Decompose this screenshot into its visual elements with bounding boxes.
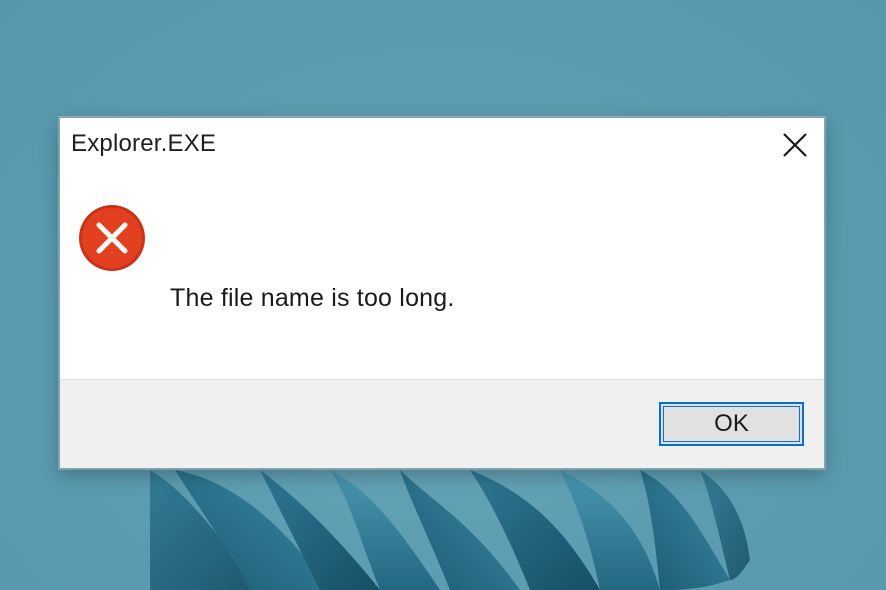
dialog-title: Explorer.EXE: [71, 130, 217, 157]
close-icon: [783, 133, 807, 157]
dialog-title-bar: Explorer.EXE: [60, 118, 824, 174]
error-message: The file name is too long.: [170, 284, 455, 312]
error-icon: [79, 205, 145, 271]
dialog-button-bar: OK: [60, 379, 824, 468]
error-dialog: Explorer.EXE The file name is too long. …: [59, 117, 825, 469]
dialog-content: The file name is too long.: [60, 174, 824, 379]
ok-button[interactable]: OK: [659, 402, 804, 446]
close-button[interactable]: [772, 124, 818, 166]
desktop: Explorer.EXE The file name is too long. …: [0, 0, 886, 590]
ok-button-label: OK: [714, 410, 749, 437]
